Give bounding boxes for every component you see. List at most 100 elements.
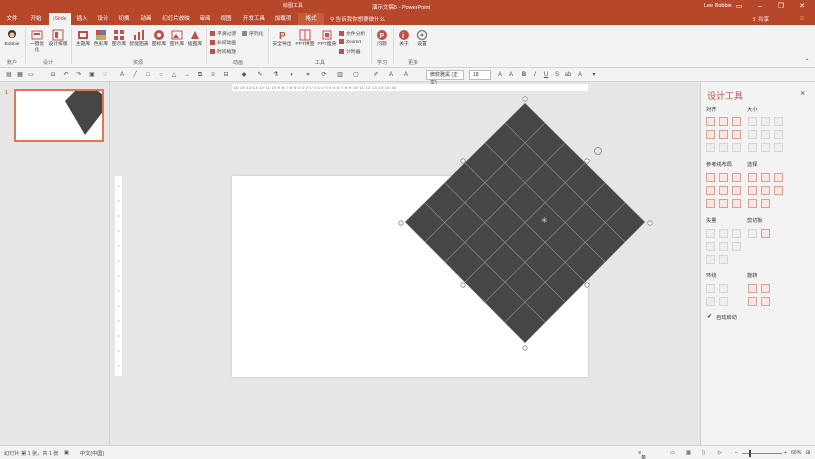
shadow-icon[interactable]: S [553, 71, 561, 79]
format-painter-icon[interactable]: ✐ [372, 71, 380, 79]
guide-right-icon[interactable] [732, 173, 741, 182]
more-icon[interactable]: ▾ [590, 71, 598, 79]
guide-bottom-icon[interactable] [732, 186, 741, 195]
paste-size-icon[interactable] [761, 229, 770, 238]
vector-points-icon[interactable] [706, 255, 715, 264]
tab-islide[interactable]: iSlide [49, 13, 71, 25]
zoomit-button[interactable]: ZoomIt [339, 39, 361, 45]
tab-design[interactable]: 设计 [95, 13, 111, 25]
distribute-v-icon[interactable] [719, 143, 728, 152]
font-size-select[interactable]: 18 [469, 70, 491, 80]
guide-circle-icon[interactable] [732, 199, 741, 208]
auto-start-checkbox[interactable]: ✔ [707, 314, 713, 320]
align-middle-icon[interactable] [719, 130, 728, 139]
selection-icon[interactable]: ▢ [352, 71, 360, 79]
align-slide-icon[interactable] [732, 143, 741, 152]
icon-library-button[interactable]: 图标库 [150, 29, 168, 48]
group-icon[interactable]: ⧉ [196, 71, 204, 79]
color-swatch-icon[interactable]: ▤ [5, 71, 13, 79]
rotate-icon[interactable]: ⟳ [320, 71, 328, 79]
same-size-icon[interactable] [774, 117, 783, 126]
shape-icon[interactable]: ▭ [27, 71, 35, 79]
rect-icon[interactable]: □ [144, 71, 152, 79]
spellcheck-icon[interactable]: ▣ [64, 450, 69, 456]
crop-icon[interactable]: ⌗ [304, 71, 312, 79]
guide-matrix-icon[interactable] [719, 199, 728, 208]
arrow-icon[interactable]: → [183, 71, 191, 79]
language-label[interactable]: 中文(中国) [80, 450, 104, 457]
vector-combine-icon[interactable] [719, 229, 728, 238]
text-box-icon[interactable]: A [118, 71, 126, 79]
question-button[interactable]: P 问题 [374, 29, 390, 48]
zoom-level[interactable]: 66% [791, 450, 801, 456]
restore-icon[interactable]: ❐ [776, 2, 786, 11]
select-same-type-icon[interactable] [774, 173, 783, 182]
slideshow-view-icon[interactable]: ▷ [718, 450, 722, 456]
close-pane-icon[interactable]: × [800, 88, 805, 98]
fit-slide-icon[interactable] [774, 130, 783, 139]
same-height-icon[interactable] [761, 117, 770, 126]
undo-icon[interactable]: ↶ [62, 71, 70, 79]
collapse-ribbon-icon[interactable]: ⌃ [802, 58, 812, 67]
outline-color-icon[interactable]: ✎ [256, 71, 264, 79]
smiley-icon[interactable]: ☺ [797, 14, 807, 23]
reset-size-icon[interactable] [774, 143, 783, 152]
serialize-button[interactable]: 序列化 [242, 30, 263, 37]
font-color-icon[interactable]: A [576, 71, 584, 79]
select-inverse-icon[interactable] [748, 199, 757, 208]
tab-format[interactable]: 格式 [298, 13, 324, 25]
tab-file[interactable]: 文件 [3, 13, 21, 25]
smooth-transition-button[interactable]: 平滑过渡 [210, 30, 236, 37]
eyedropper-icon[interactable]: ⚗ [272, 71, 280, 79]
diagram-library-button[interactable]: 图示库 [110, 29, 128, 48]
vector-fragment-icon[interactable] [732, 229, 741, 238]
guide-top-icon[interactable] [706, 186, 715, 195]
zoom-out-icon[interactable]: – [735, 450, 738, 456]
wrap-right-icon[interactable] [719, 284, 728, 293]
illustration-library-button[interactable]: 插图库 [186, 29, 204, 48]
grid-diamond-shape[interactable]: ✳ [390, 90, 665, 355]
arrange-icon[interactable]: ⊟ [222, 71, 230, 79]
tab-animations[interactable]: 动画 [138, 13, 154, 25]
text-outline-icon[interactable]: A [402, 71, 410, 79]
vector-split-icon[interactable] [732, 242, 741, 251]
ppt-collage-button[interactable]: PPT拼图 [294, 29, 316, 48]
tell-me-box[interactable]: ⚲ 告诉我你想要做什么 [330, 15, 385, 23]
slide-thumbnail[interactable] [14, 89, 104, 142]
fit-width-icon[interactable] [748, 130, 757, 139]
wrap-top-icon[interactable] [706, 297, 715, 306]
notes-button[interactable]: ≡ 备注 [638, 450, 646, 459]
tween-animation-button[interactable]: 补间动画 [210, 39, 236, 46]
align-bottom-icon[interactable] [732, 130, 741, 139]
tab-review[interactable]: 审阅 [198, 13, 212, 25]
vector-union-icon[interactable] [706, 229, 715, 238]
distribute-h-icon[interactable] [706, 143, 715, 152]
copy-size-icon[interactable] [748, 229, 757, 238]
normal-view-icon[interactable]: ▭ [670, 450, 675, 456]
same-width-icon[interactable] [748, 117, 757, 126]
vector-intersect-icon[interactable] [706, 242, 715, 251]
paint-icon[interactable]: ▦ [16, 71, 24, 79]
align-left-icon[interactable] [706, 117, 715, 126]
tab-transitions[interactable]: 切换 [116, 13, 132, 25]
effects-icon[interactable]: ◐ [288, 71, 296, 79]
account-button[interactable]: Bobbie [2, 29, 22, 48]
select-group-icon[interactable] [761, 199, 770, 208]
zoom-slider-thumb[interactable] [749, 450, 751, 457]
file-analysis-button[interactable]: 文件分析 [339, 30, 365, 37]
vector-outline-icon[interactable] [719, 255, 728, 264]
select-pointer-icon[interactable] [774, 186, 783, 195]
save-icon[interactable]: ◘ [49, 71, 57, 79]
triangle-icon[interactable]: △ [170, 71, 178, 79]
close-icon[interactable]: ✕ [797, 2, 807, 11]
design-layout-button[interactable]: 设计排版 [48, 29, 68, 48]
italic-icon[interactable]: I [531, 71, 539, 79]
underline-icon[interactable]: U [542, 71, 550, 79]
fill-color-icon[interactable]: ◆ [240, 71, 248, 79]
ppt-slim-button[interactable]: PPT瘦身 [316, 29, 338, 48]
tab-insert[interactable]: 插入 [75, 13, 89, 25]
strike-icon[interactable]: ab [564, 71, 572, 79]
wrap-left-icon[interactable] [706, 284, 715, 293]
bold-icon[interactable]: B [520, 71, 528, 79]
tab-home[interactable]: 开始 [27, 13, 45, 25]
